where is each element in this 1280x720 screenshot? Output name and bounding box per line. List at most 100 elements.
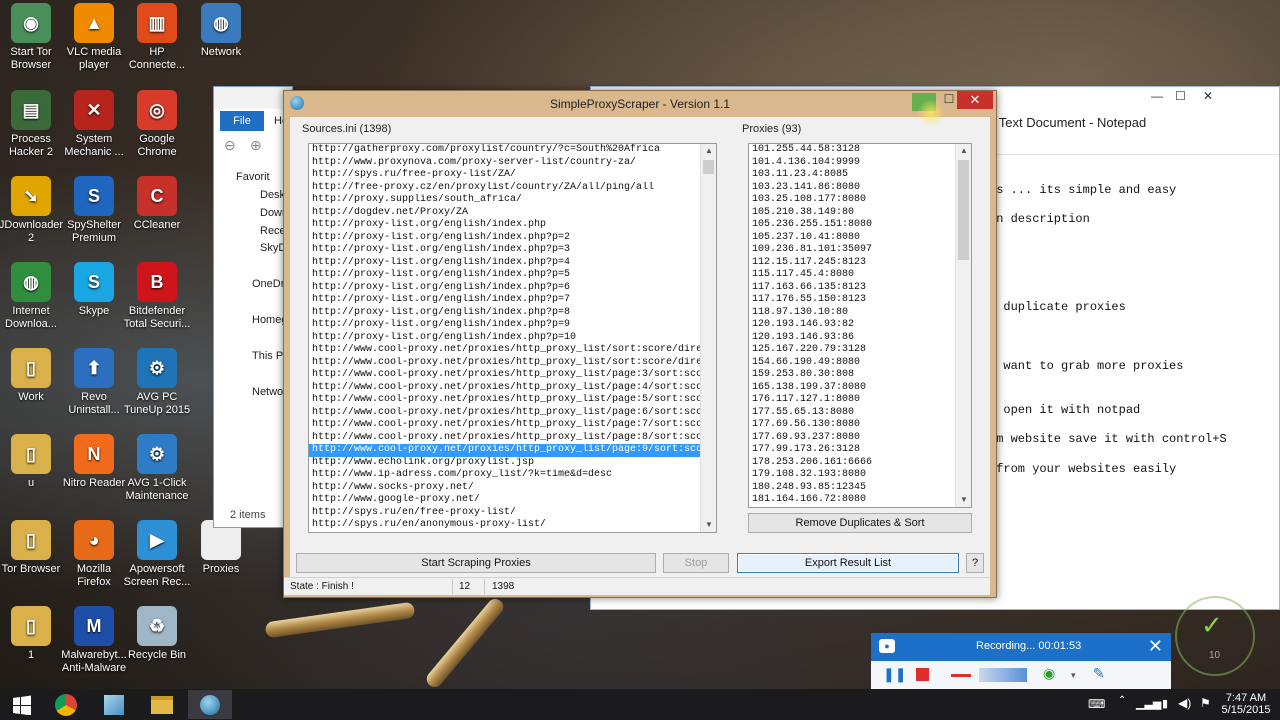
taskbar-notepad[interactable]: [92, 690, 136, 719]
source-url-row[interactable]: http://www.cool-proxy.net/proxies/http_p…: [309, 407, 716, 420]
desktop-icon[interactable]: C CCleaner: [119, 176, 195, 232]
proxy-row[interactable]: 179.108.32.193:8080: [749, 469, 971, 482]
scroll-up-icon[interactable]: ▲: [701, 144, 716, 158]
source-url-row[interactable]: http://proxy.supplies/south_africa/: [309, 194, 716, 207]
proxy-row[interactable]: 103.25.108.177:8080: [749, 194, 971, 207]
start-scraping-button[interactable]: Start Scraping Proxies: [296, 553, 656, 573]
desktop-icon[interactable]: B Bitdefender Total Securi...: [119, 262, 195, 331]
desktop-icon[interactable]: ◎ Google Chrome: [119, 90, 195, 159]
network-signal-icon[interactable]: ▁▃▅: [1136, 697, 1161, 710]
proxy-row[interactable]: 165.138.199.37:8080: [749, 382, 971, 395]
minimize-icon[interactable]: —: [1151, 89, 1163, 103]
source-url-row[interactable]: http://www.cool-proxy.net/proxies/http_p…: [309, 394, 716, 407]
source-url-row[interactable]: http://spys.ru/en/anonymous-proxy-list/: [309, 519, 716, 532]
pen-icon[interactable]: ✎: [1093, 665, 1105, 682]
source-url-row[interactable]: http://proxy-list.org/english/index.php?…: [309, 294, 716, 307]
source-url-row[interactable]: http://www.ip-adress.com/proxy_list/?k=t…: [309, 469, 716, 482]
source-url-row[interactable]: http://proxy-list.org/english/index.php?…: [309, 332, 716, 345]
source-url-row[interactable]: http://spys.ru/free-proxy-list/ZA/: [309, 169, 716, 182]
source-url-row[interactable]: http://proxy-list.org/english/index.php?…: [309, 269, 716, 282]
scroll-thumb[interactable]: [703, 160, 714, 174]
desktop-icon[interactable]: ⚙ AVG 1-Click Maintenance: [119, 434, 195, 503]
proxy-row[interactable]: 120.193.146.93:82: [749, 319, 971, 332]
source-url-row[interactable]: http://proxy-list.org/english/index.php?…: [309, 257, 716, 270]
proxy-row[interactable]: 120.193.146.93:86: [749, 332, 971, 345]
file-explorer-window[interactable]: File Ho ⊖ ⊕ Favorit Deskt Down Recen Sky…: [213, 86, 293, 528]
help-button[interactable]: ?: [966, 553, 984, 573]
proxy-row[interactable]: 103.11.23.4:8085: [749, 169, 971, 182]
proxy-row[interactable]: 101.255.44.58:3128: [749, 144, 971, 157]
forward-arrow-icon[interactable]: ⊕: [250, 137, 262, 154]
stop-record-icon[interactable]: [916, 668, 929, 681]
proxy-row[interactable]: 178.253.206.161:6666: [749, 457, 971, 470]
source-url-row[interactable]: http://www.cool-proxy.net/proxies/http_p…: [309, 444, 716, 457]
close-icon[interactable]: ✕: [1203, 89, 1213, 103]
proxy-row[interactable]: 181.164.166.72:8080: [749, 494, 971, 507]
stop-button[interactable]: Stop: [663, 553, 729, 573]
source-url-row[interactable]: http://www.proxynova.com/proxy-server-li…: [309, 157, 716, 170]
flag-icon[interactable]: ⚑: [1200, 696, 1211, 710]
proxy-row[interactable]: 180.248.93.85:12345: [749, 482, 971, 495]
source-url-row[interactable]: http://dogdev.net/Proxy/ZA: [309, 207, 716, 220]
source-url-row[interactable]: http://proxy-list.org/english/index.php?…: [309, 319, 716, 332]
proxy-row[interactable]: 103.23.141.86:8080: [749, 182, 971, 195]
desktop-icon[interactable]: ♻ Recycle Bin: [119, 606, 195, 662]
source-url-row[interactable]: http://www.cool-proxy.net/proxies/http_p…: [309, 419, 716, 432]
sources-scrollbar[interactable]: ▲ ▼: [700, 144, 716, 532]
proxy-row[interactable]: 118.97.130.10:80: [749, 307, 971, 320]
proxies-listbox[interactable]: 101.255.44.58:3128 101.4.136.104:9999 103.…: [748, 143, 972, 508]
proxy-row[interactable]: 105.210.38.149:80: [749, 207, 971, 220]
chevron-down-icon[interactable]: ▾: [1071, 670, 1076, 681]
maximize-icon[interactable]: ☐: [1175, 89, 1186, 103]
proxy-row[interactable]: 109.236.81.101:35097: [749, 244, 971, 257]
screen-recording-widget[interactable]: ● Recording... 00:01:53 ✕ ❚❚ ▬▬ ◉ ▾ ✎: [871, 633, 1171, 689]
source-url-row[interactable]: http://gatherproxy.com/proxylist/country…: [309, 144, 716, 157]
proxy-row[interactable]: 177.69.56.130:8080: [749, 419, 971, 432]
scroll-thumb[interactable]: [958, 160, 969, 260]
desktop-icon[interactable]: Proxies: [183, 520, 259, 576]
proxy-row[interactable]: 159.253.80.30:808: [749, 369, 971, 382]
remove-duplicates-button[interactable]: Remove Duplicates & Sort: [748, 513, 972, 533]
proxy-row[interactable]: 105.237.10.41:8080: [749, 232, 971, 245]
desktop-icon[interactable]: ◍ Network: [183, 3, 259, 59]
battery-icon[interactable]: ▮: [1162, 697, 1168, 710]
taskbar-chrome[interactable]: [44, 690, 88, 719]
close-button[interactable]: ✕: [957, 91, 993, 109]
taskbar-proxy-scraper[interactable]: [188, 690, 232, 719]
scroll-up-icon[interactable]: ▲: [956, 144, 971, 158]
back-arrow-icon[interactable]: ⊖: [224, 137, 236, 154]
proxy-row[interactable]: 101.4.136.104:9999: [749, 157, 971, 170]
speaker-icon[interactable]: ◀): [1178, 696, 1191, 710]
export-result-button[interactable]: Export Result List: [737, 553, 959, 573]
source-url-row[interactable]: http://proxy-list.org/english/index.php?…: [309, 282, 716, 295]
proxy-row[interactable]: 117.163.66.135:8123: [749, 282, 971, 295]
taskbar-clock[interactable]: 7:47 AM 5/15/2015: [1216, 692, 1276, 716]
source-url-row[interactable]: http://proxy-list.org/english/index.php?…: [309, 232, 716, 245]
explorer-file-tab[interactable]: File: [220, 111, 264, 131]
source-url-row[interactable]: http://www.cool-proxy.net/proxies/http_p…: [309, 344, 716, 357]
desktop-icon[interactable]: ⚙ AVG PC TuneUp 2015: [119, 348, 195, 417]
webcam-icon[interactable]: ◉: [1043, 665, 1055, 682]
source-url-row[interactable]: http://proxy-list.org/english/index.php: [309, 219, 716, 232]
scroll-down-icon[interactable]: ▼: [701, 518, 716, 532]
proxy-row[interactable]: 176.117.127.1:8080: [749, 394, 971, 407]
proxy-row[interactable]: 125.167.220.79:3128: [749, 344, 971, 357]
app-titlebar[interactable]: SimpleProxyScraper - Version 1.1 ☐ ✕: [284, 91, 996, 115]
proxy-row[interactable]: 115.117.45.4:8080: [749, 269, 971, 282]
source-url-row[interactable]: http://proxy-list.org/english/index.php?…: [309, 307, 716, 320]
proxy-row[interactable]: 154.66.190.49:8080: [749, 357, 971, 370]
source-url-row[interactable]: http://www.cool-proxy.net/proxies/http_p…: [309, 382, 716, 395]
source-url-row[interactable]: http://spys.ru/en/free-proxy-list/: [309, 507, 716, 520]
scroll-down-icon[interactable]: ▼: [956, 493, 971, 507]
volume-slider[interactable]: [979, 668, 1027, 682]
explorer-nav-network[interactable]: Netwo: [252, 386, 283, 398]
proxy-row[interactable]: 105.236.255.151:8080: [749, 219, 971, 232]
source-url-row[interactable]: http://www.cool-proxy.net/proxies/http_p…: [309, 369, 716, 382]
proxy-row[interactable]: 117.176.55.150:8123: [749, 294, 971, 307]
simple-proxy-scraper-window[interactable]: SimpleProxyScraper - Version 1.1 ☐ ✕ Sou…: [283, 90, 997, 598]
source-url-row[interactable]: http://proxy-list.org/english/index.php?…: [309, 244, 716, 257]
source-url-row[interactable]: http://free-proxy.cz/en/proxylist/countr…: [309, 182, 716, 195]
source-url-row[interactable]: http://www.echolink.org/proxylist.jsp: [309, 457, 716, 470]
sources-listbox[interactable]: http://gatherproxy.com/proxylist/country…: [308, 143, 717, 533]
source-url-row[interactable]: http://www.socks-proxy.net/: [309, 482, 716, 495]
